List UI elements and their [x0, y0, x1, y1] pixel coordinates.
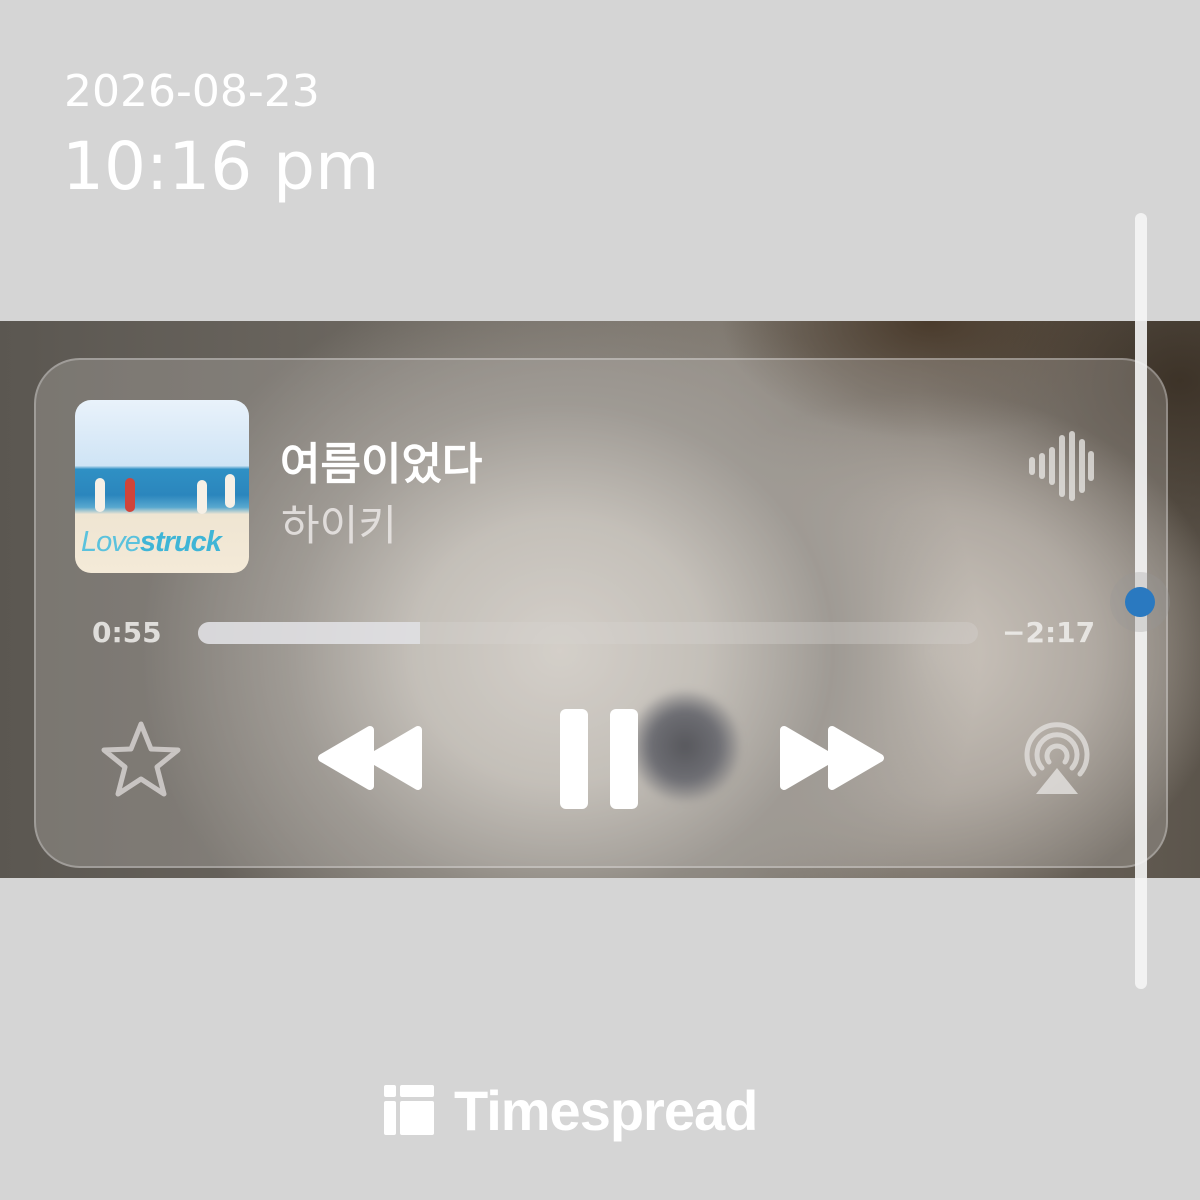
brand-name: Timespread [454, 1078, 758, 1142]
timespread-logo-icon [384, 1085, 434, 1135]
star-icon[interactable] [100, 720, 182, 800]
pause-icon[interactable] [558, 707, 640, 811]
brand-logo: Timespread [384, 1078, 758, 1142]
artist-name: 하이키 [281, 501, 397, 550]
elapsed-time: 0:55 [92, 616, 162, 649]
album-art[interactable]: Lovestruck [75, 400, 249, 573]
progress-fill [198, 622, 421, 644]
date-label: 2026-08-23 [64, 66, 320, 117]
album-art-title: Lovestruck [81, 526, 222, 558]
time-label: 10:16 pm [62, 128, 380, 205]
progress-slider[interactable] [198, 622, 978, 644]
song-title: 여름이었다 [280, 439, 483, 490]
airplay-icon[interactable] [1020, 722, 1094, 796]
waveform-icon [1029, 431, 1094, 501]
fast-forward-icon[interactable] [776, 722, 888, 794]
scrollbar-thumb[interactable] [1110, 572, 1170, 632]
rewind-icon[interactable] [314, 722, 426, 794]
remaining-time: −2:17 [1002, 616, 1096, 649]
